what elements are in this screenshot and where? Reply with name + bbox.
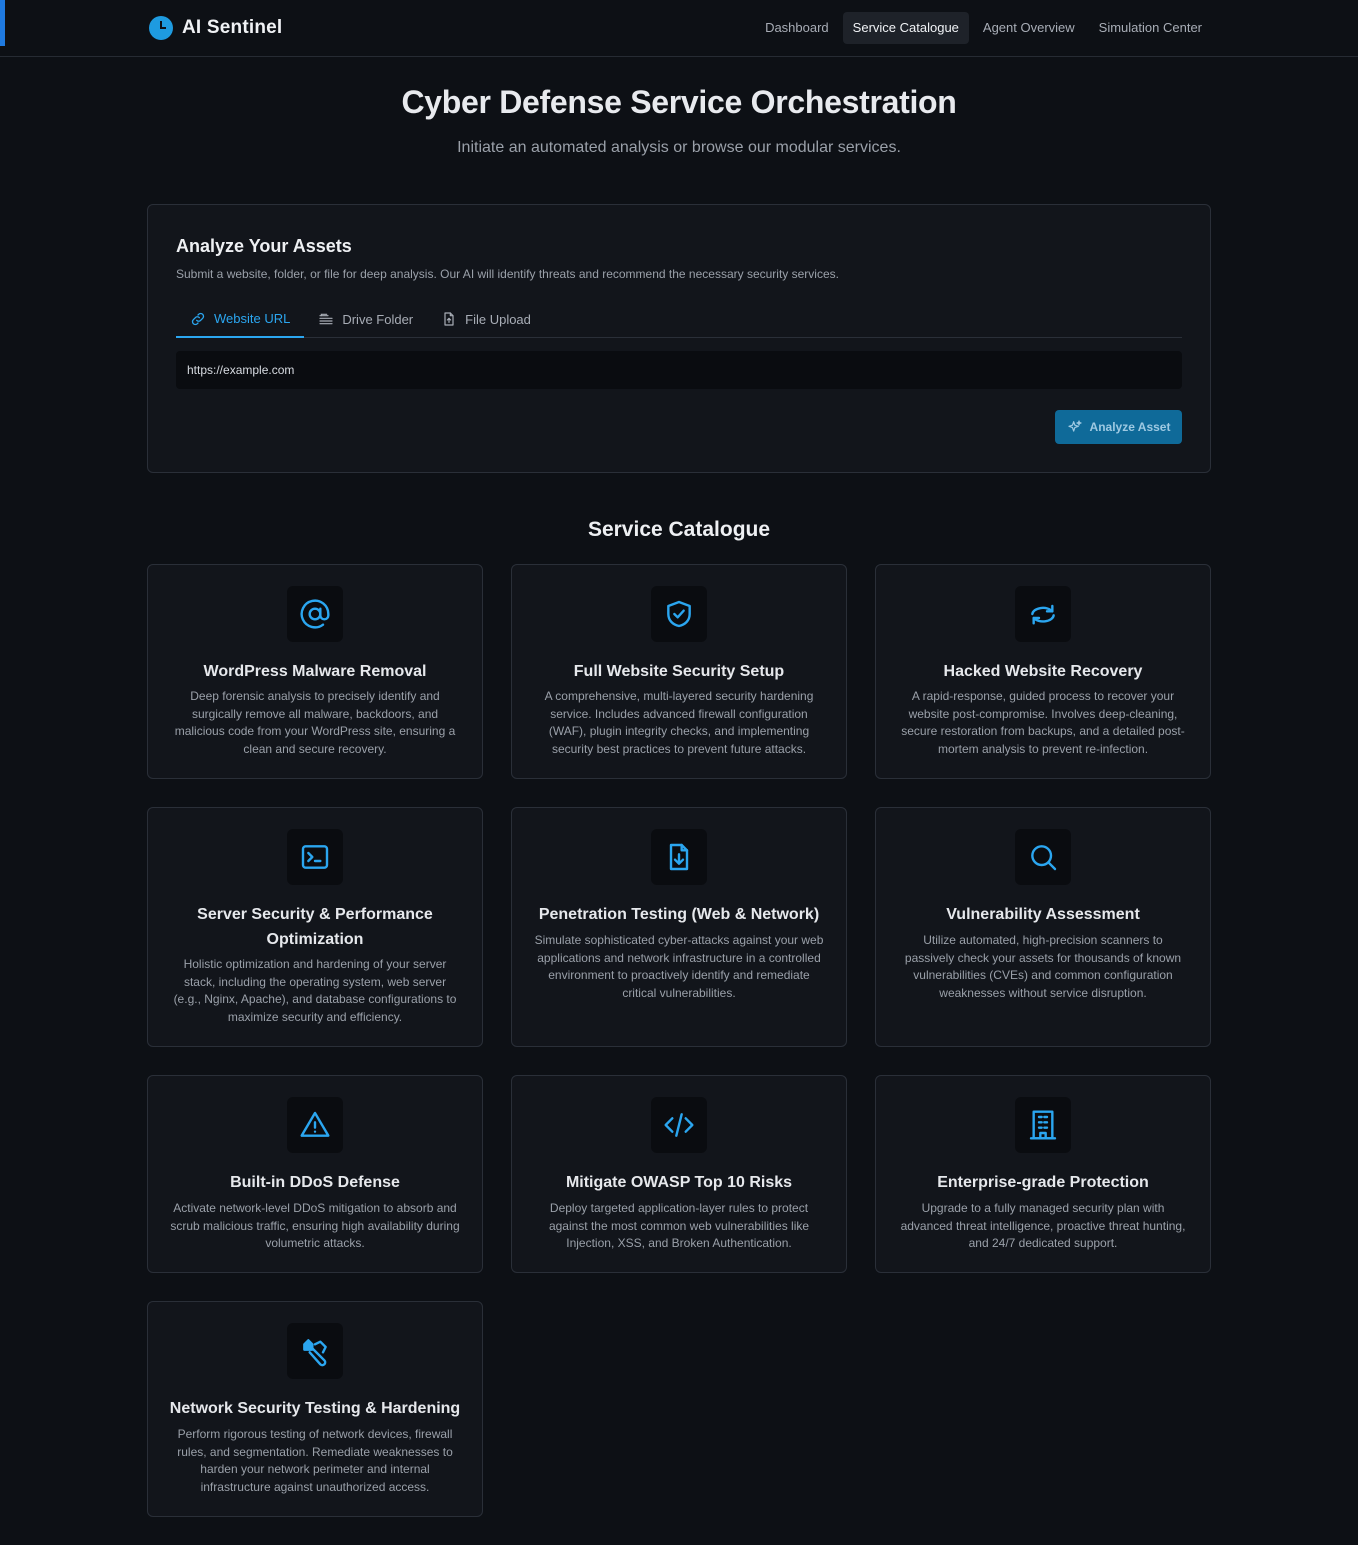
service-title: Enterprise-grade Protection bbox=[937, 1174, 1149, 1191]
service-card[interactable]: Network Security Testing & Hardening Per… bbox=[147, 1301, 483, 1517]
network-tools-icon bbox=[303, 1339, 327, 1367]
service-icon-box bbox=[1015, 829, 1071, 885]
service-description: A rapid-response, guided process to reco… bbox=[901, 689, 1185, 756]
service-card[interactable]: Full Website Security Setup A comprehens… bbox=[511, 564, 847, 779]
refresh-icon bbox=[1031, 604, 1055, 625]
service-card[interactable]: Built-in DDoS Defense Activate network-l… bbox=[147, 1075, 483, 1273]
service-title: Vulnerability Assessment bbox=[946, 906, 1140, 923]
page-subtitle: Initiate an automated analysis or browse… bbox=[457, 139, 901, 156]
service-title: Network Security Testing & Hardening bbox=[169, 1400, 461, 1417]
service-description: Simulate sophisticated cyber-attacks aga… bbox=[534, 933, 824, 1000]
service-icon-box bbox=[1015, 1097, 1071, 1153]
service-description: Activate network-level DDoS mitigation t… bbox=[170, 1201, 460, 1250]
tab-label: Website URL bbox=[214, 311, 291, 326]
analyze-description: Submit a website, folder, or file for de… bbox=[176, 267, 839, 281]
service-description: Holistic optimization and hardening of y… bbox=[173, 957, 457, 1024]
service-title: Server Security & Performance Optimizati… bbox=[197, 906, 433, 948]
top-bar: AI Sentinel Dashboard Service Catalogue … bbox=[0, 0, 1358, 57]
service-icon-box bbox=[287, 1323, 343, 1379]
service-icon-box bbox=[651, 586, 707, 642]
service-card[interactable]: Server Security & Performance Optimizati… bbox=[147, 807, 483, 1047]
brand-name: AI Sentinel bbox=[182, 17, 283, 38]
drive-icon bbox=[319, 313, 333, 325]
service-title: Mitigate OWASP Top 10 Risks bbox=[565, 1174, 793, 1191]
nav-simulation-center[interactable]: Simulation Center bbox=[1089, 12, 1212, 44]
analyze-asset-button[interactable]: Analyze Asset bbox=[1055, 410, 1182, 444]
service-card[interactable]: Penetration Testing (Web & Network) Simu… bbox=[511, 807, 847, 1047]
service-title: WordPress Malware Removal bbox=[203, 663, 427, 680]
service-icon-box bbox=[1015, 586, 1071, 642]
nav-dashboard[interactable]: Dashboard bbox=[755, 12, 839, 44]
service-card[interactable]: Mitigate OWASP Top 10 Risks Deploy targe… bbox=[511, 1075, 847, 1273]
nav-agent-overview[interactable]: Agent Overview bbox=[973, 12, 1085, 44]
analyze-asset-label: Analyze Asset bbox=[1089, 420, 1171, 434]
service-title: Full Website Security Setup bbox=[573, 663, 785, 680]
service-icon-box bbox=[287, 586, 343, 642]
service-icon-box bbox=[287, 829, 343, 885]
service-title: Built-in DDoS Defense bbox=[230, 1174, 400, 1191]
tab-label: File Upload bbox=[465, 311, 531, 327]
page-title: Cyber Defense Service Orchestration bbox=[401, 84, 957, 120]
service-icon-box bbox=[651, 829, 707, 885]
terminal-icon bbox=[301, 845, 329, 869]
service-card[interactable]: WordPress Malware Removal Deep forensic … bbox=[147, 564, 483, 779]
shield-check-icon bbox=[667, 600, 691, 628]
service-card[interactable]: Enterprise-grade Protection Upgrade to a… bbox=[875, 1075, 1211, 1273]
service-description: Utilize automated, high-precision scanne… bbox=[904, 933, 1182, 1000]
service-description: Deep forensic analysis to precisely iden… bbox=[174, 689, 456, 756]
service-description: A comprehensive, multi-layered security … bbox=[544, 689, 814, 756]
file-download-icon bbox=[669, 843, 689, 871]
file-upload-icon bbox=[444, 312, 454, 326]
service-card[interactable]: Hacked Website Recovery A rapid-response… bbox=[875, 564, 1211, 779]
link-icon bbox=[191, 312, 205, 325]
service-description: Deploy targeted application-layer rules … bbox=[548, 1201, 810, 1250]
service-card[interactable]: Vulnerability Assessment Utilize automat… bbox=[875, 807, 1211, 1047]
building-icon bbox=[1029, 1110, 1057, 1140]
search-icon bbox=[1031, 845, 1057, 871]
tab-website-url[interactable]: Website URL bbox=[176, 301, 305, 338]
tab-drive-folder[interactable]: Drive Folder bbox=[304, 301, 427, 337]
tab-file-upload[interactable]: File Upload bbox=[427, 301, 545, 337]
service-description: Perform rigorous testing of network devi… bbox=[177, 1427, 453, 1494]
service-description: Upgrade to a fully managed security plan… bbox=[900, 1201, 1186, 1250]
analyze-title: Analyze Your Assets bbox=[176, 236, 352, 256]
warning-triangle-icon bbox=[300, 1111, 330, 1137]
code-icon bbox=[664, 1113, 694, 1137]
clock-icon bbox=[149, 16, 173, 40]
service-icon-box bbox=[287, 1097, 343, 1153]
sparkles-icon bbox=[1067, 420, 1082, 432]
nav-service-catalogue[interactable]: Service Catalogue bbox=[842, 12, 969, 44]
main-nav: Dashboard Service Catalogue Agent Overvi… bbox=[755, 12, 1212, 44]
tab-label: Drive Folder bbox=[342, 311, 414, 327]
service-icon-box bbox=[651, 1097, 707, 1153]
service-title: Penetration Testing (Web & Network) bbox=[538, 906, 820, 923]
at-sign-icon bbox=[300, 599, 330, 629]
catalogue-title: Service Catalogue bbox=[587, 518, 771, 541]
service-title: Hacked Website Recovery bbox=[943, 663, 1143, 680]
analyze-panel: Analyze Your Assets Submit a website, fo… bbox=[147, 204, 1211, 473]
analyze-tabs: Website URL Drive Folder File Upload bbox=[176, 301, 1182, 338]
url-input[interactable] bbox=[176, 351, 1182, 389]
brand[interactable]: AI Sentinel bbox=[149, 16, 282, 40]
